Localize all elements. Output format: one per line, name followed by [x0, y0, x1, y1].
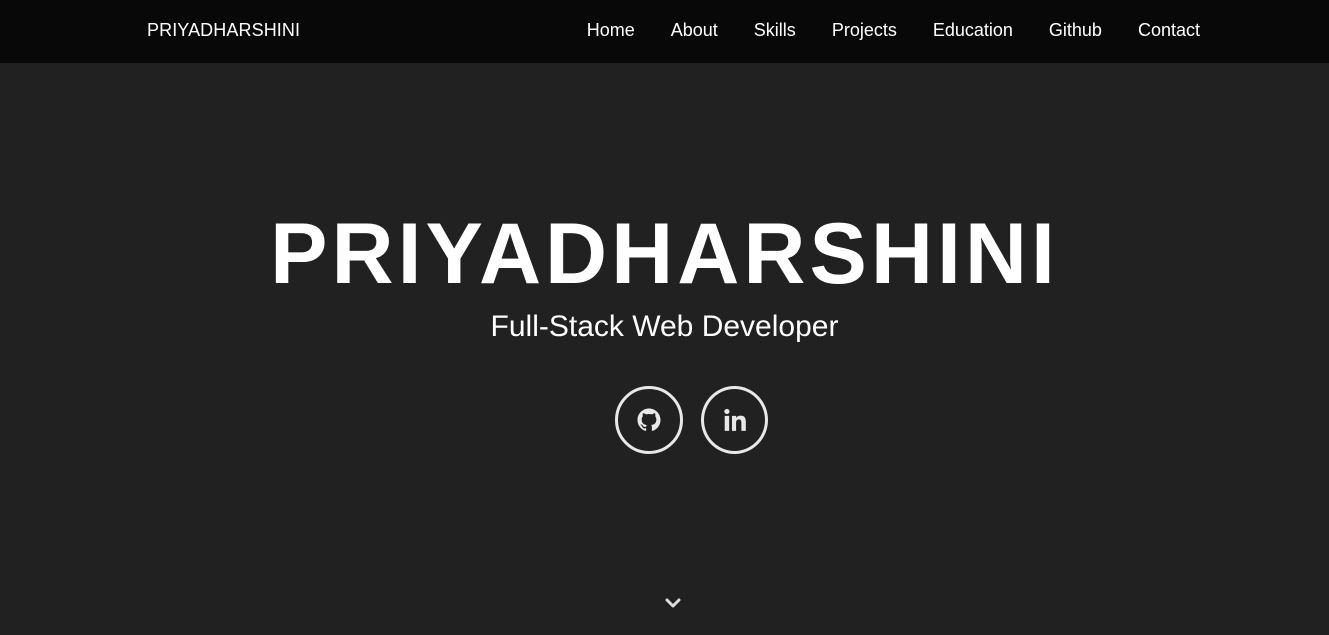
nav-item-education: Education — [933, 19, 1013, 41]
chevron-down-icon — [665, 598, 681, 608]
nav-link-github[interactable]: Github — [1049, 20, 1102, 40]
hero-section: PRIYADHARSHINI Full-Stack Web Developer — [0, 63, 1329, 635]
brand-link[interactable]: PRIYADHARSHINI — [147, 19, 300, 41]
nav-link-contact[interactable]: Contact — [1138, 20, 1200, 40]
hero-title: PRIYADHARSHINI — [270, 206, 1059, 302]
nav-item-about: About — [671, 19, 718, 41]
nav-link-education[interactable]: Education — [933, 20, 1013, 40]
github-button[interactable] — [615, 386, 683, 454]
navbar: PRIYADHARSHINI Home About Skills Project… — [0, 0, 1329, 63]
linkedin-icon — [723, 408, 746, 431]
nav-item-skills: Skills — [754, 19, 796, 41]
scroll-down-button[interactable] — [664, 596, 682, 610]
nav-link-skills[interactable]: Skills — [754, 20, 796, 40]
hero-subtitle: Full-Stack Web Developer — [490, 310, 839, 343]
nav-item-contact: Contact — [1138, 19, 1200, 41]
github-icon — [637, 408, 661, 431]
social-links — [615, 386, 768, 454]
nav-links: Home About Skills Projects Education Git… — [587, 19, 1200, 41]
nav-link-projects[interactable]: Projects — [832, 20, 897, 40]
nav-item-projects: Projects — [832, 19, 897, 41]
nav-link-about[interactable]: About — [671, 20, 718, 40]
nav-item-github: Github — [1049, 19, 1102, 41]
nav-item-home: Home — [587, 19, 635, 41]
nav-link-home[interactable]: Home — [587, 20, 635, 40]
linkedin-button[interactable] — [701, 386, 768, 454]
